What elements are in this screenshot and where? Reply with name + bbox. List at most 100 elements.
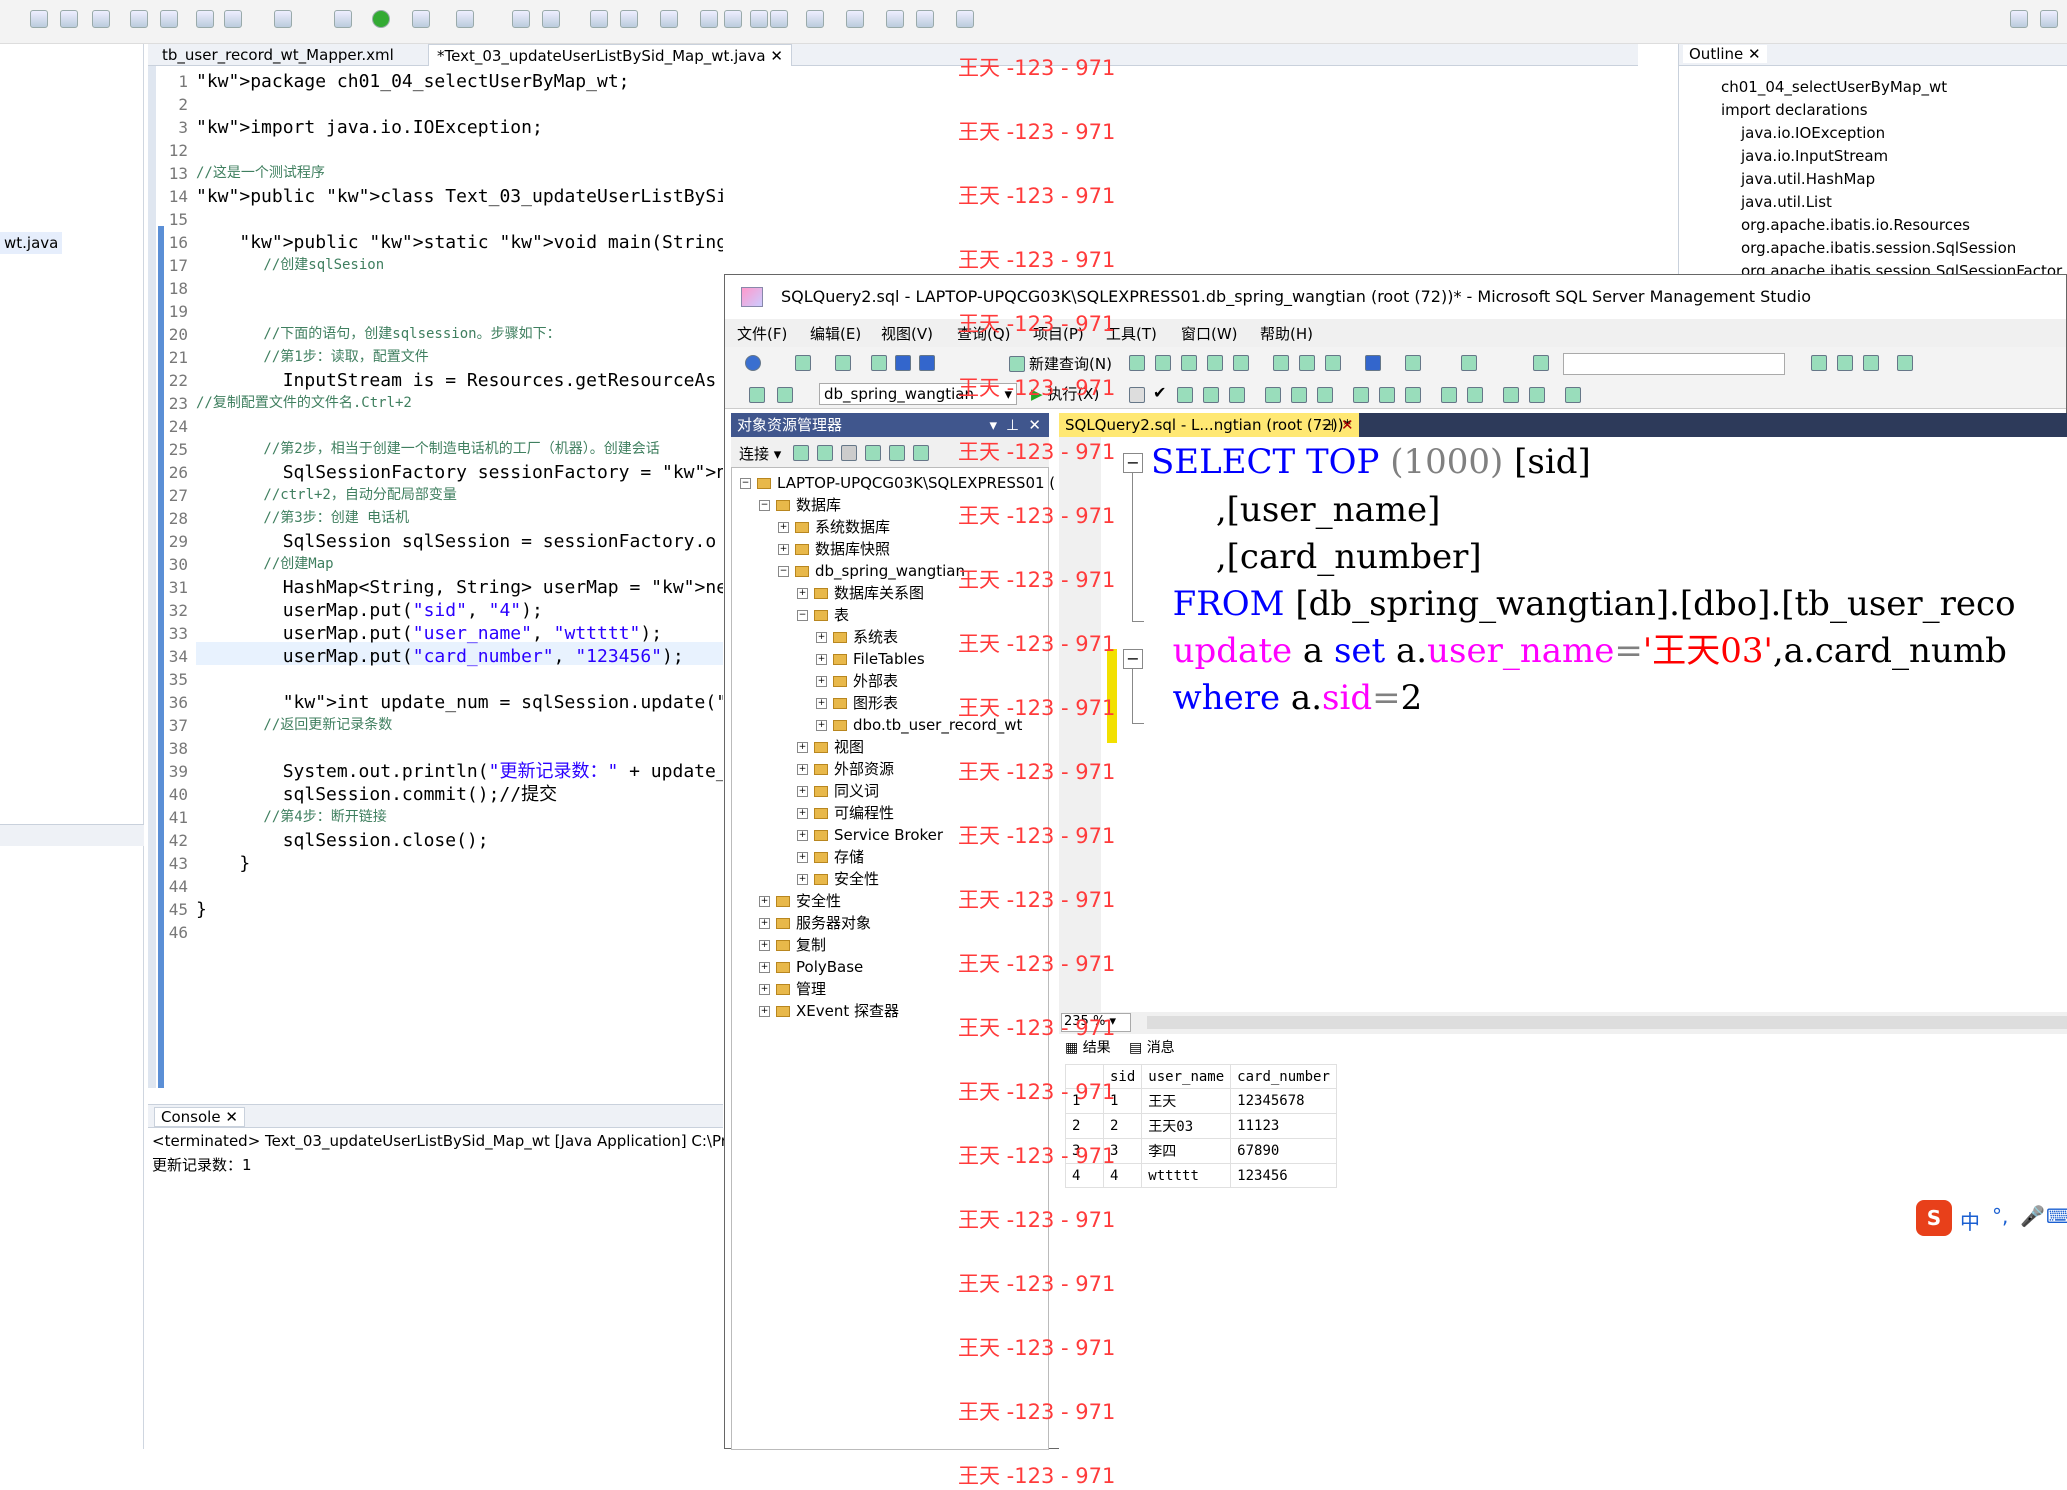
punctuation-icon[interactable]: °, xyxy=(1992,1204,2008,1228)
table-cell[interactable]: 11123 xyxy=(1230,1113,1337,1139)
toolbar-icon[interactable] xyxy=(795,355,811,371)
cut-icon[interactable] xyxy=(1273,355,1289,371)
column-header-card-number[interactable]: card_number xyxy=(1230,1064,1337,1089)
toolbar-icon[interactable] xyxy=(770,10,788,28)
connect-button[interactable]: 连接 ▾ xyxy=(739,443,781,464)
open-icon[interactable] xyxy=(871,355,887,371)
comment-icon[interactable] xyxy=(1441,387,1457,403)
toolbar-icon[interactable] xyxy=(620,10,638,28)
expand-icon[interactable]: + xyxy=(816,720,827,731)
tree-node[interactable]: + 安全性 xyxy=(759,890,841,912)
chevron-down-icon[interactable]: ▾ xyxy=(989,413,997,437)
tree-node[interactable]: + 外部资源 xyxy=(797,758,894,780)
tree-node[interactable]: − LAPTOP-UPQCG03K\SQLEXPRESS01 ( xyxy=(740,472,1055,494)
redo-icon[interactable] xyxy=(1405,355,1421,371)
toolbar-icon[interactable] xyxy=(749,387,765,403)
expand-icon[interactable]: + xyxy=(797,588,808,599)
outline-item[interactable]: java.io.IOException xyxy=(1741,122,1885,145)
toolbar-icon[interactable] xyxy=(1233,355,1249,371)
toolbar-icon[interactable] xyxy=(835,355,851,371)
expand-icon[interactable]: + xyxy=(797,830,808,841)
table-cell[interactable]: 67890 xyxy=(1230,1138,1337,1164)
tree-node[interactable]: + 外部表 xyxy=(816,670,898,692)
parse-check-icon[interactable]: ✔ xyxy=(1153,383,1169,402)
tree-node[interactable]: + 系统表 xyxy=(816,626,898,648)
collapse-icon[interactable]: − xyxy=(759,500,770,511)
expand-icon[interactable]: + xyxy=(797,808,808,819)
table-cell[interactable]: wttttt xyxy=(1141,1163,1232,1188)
collapse-icon[interactable]: − xyxy=(740,478,751,489)
expand-icon[interactable]: + xyxy=(816,698,827,709)
toolbar-icon[interactable] xyxy=(512,10,530,28)
toolbox-icon[interactable] xyxy=(1863,355,1879,371)
toolbar-icon[interactable] xyxy=(590,10,608,28)
outline-item[interactable]: java.io.InputStream xyxy=(1741,145,1888,168)
stop-icon[interactable] xyxy=(841,445,857,461)
keyboard-icon[interactable]: ⌨ xyxy=(2046,1204,2067,1228)
close-icon[interactable]: ✕ xyxy=(1028,413,1041,437)
debug-icon[interactable] xyxy=(334,10,352,28)
table-cell[interactable]: 李四 xyxy=(1141,1138,1232,1164)
toolbar-icon[interactable] xyxy=(274,10,292,28)
toolbar-icon[interactable] xyxy=(456,10,474,28)
menu-edit[interactable]: 编辑(E) xyxy=(810,323,861,344)
toolbar-icon[interactable] xyxy=(30,10,48,28)
disconnect-icon[interactable] xyxy=(817,445,833,461)
microphone-icon[interactable]: 🎤 xyxy=(2020,1204,2045,1228)
toolbar-icon[interactable] xyxy=(60,10,78,28)
toolbar-icon[interactable] xyxy=(750,10,768,28)
expand-icon[interactable]: + xyxy=(816,654,827,665)
toolbar-icon[interactable] xyxy=(92,10,110,28)
table-row[interactable]: 2 2 王天03 11123 xyxy=(1065,1113,1337,1139)
outline-item[interactable]: org.apache.ibatis.session.SqlSession xyxy=(1741,237,2016,260)
outdent-icon[interactable] xyxy=(1503,387,1519,403)
expand-icon[interactable]: + xyxy=(759,984,770,995)
toolbar-icon[interactable] xyxy=(1533,355,1549,371)
outline-item[interactable]: import declarations xyxy=(1721,99,1868,122)
toolbar-icon[interactable] xyxy=(224,10,242,28)
expand-icon[interactable]: + xyxy=(797,852,808,863)
tree-node[interactable]: − 数据库 xyxy=(759,494,841,516)
toolbar-icon[interactable] xyxy=(1811,355,1827,371)
expand-icon[interactable]: + xyxy=(778,544,789,555)
close-icon[interactable]: ✕ xyxy=(770,47,783,65)
expand-icon[interactable]: + xyxy=(759,918,770,929)
paste-icon[interactable] xyxy=(1325,355,1341,371)
tree-node[interactable]: + 管理 xyxy=(759,978,826,1000)
expand-icon[interactable]: + xyxy=(759,962,770,973)
copy-icon[interactable] xyxy=(1299,355,1315,371)
indent-icon[interactable] xyxy=(1529,387,1545,403)
toolbar-icon[interactable] xyxy=(130,10,148,28)
tab-mapper-xml[interactable]: tb_user_record_wt_Mapper.xml xyxy=(154,44,402,66)
toolbar-icon[interactable] xyxy=(846,10,864,28)
toolbar-icon[interactable] xyxy=(1129,355,1145,371)
console-output[interactable]: <terminated> Text_03_updateUserListBySid… xyxy=(148,1128,745,1449)
outline-item[interactable]: java.util.List xyxy=(1741,191,1832,214)
table-cell[interactable]: 王天03 xyxy=(1141,1113,1232,1139)
stop-icon[interactable] xyxy=(1129,387,1145,403)
close-icon[interactable]: ✕ xyxy=(1341,413,1354,437)
tree-node[interactable]: + 视图 xyxy=(797,736,864,758)
collapse-icon[interactable]: − xyxy=(1123,649,1143,669)
tree-node[interactable]: + 系统数据库 xyxy=(778,516,890,538)
toolbar-icon[interactable] xyxy=(777,387,793,403)
tab-outline[interactable]: Outline ✕ xyxy=(1683,45,1767,63)
tree-node[interactable]: + 同义词 xyxy=(797,780,879,802)
toolbar-icon[interactable] xyxy=(660,10,678,28)
activity-icon[interactable] xyxy=(913,445,929,461)
menu-view[interactable]: 视图(V) xyxy=(881,323,933,344)
toolbar-icon[interactable] xyxy=(1291,387,1307,403)
code-editor[interactable]: 1 "kw">package ch01_04_selectUserByMap_wt… xyxy=(148,66,723,1088)
collapse-icon[interactable]: − xyxy=(778,566,789,577)
results-to-text-icon[interactable] xyxy=(1353,387,1369,403)
outline-item[interactable]: java.util.HashMap xyxy=(1741,168,1875,191)
outline-item[interactable]: org.apache.ibatis.io.Resources xyxy=(1741,214,1970,237)
tab-console[interactable]: Console ✕ xyxy=(154,1107,245,1127)
toolbar-icon[interactable] xyxy=(542,10,560,28)
table-cell[interactable]: 123456 xyxy=(1230,1163,1337,1188)
results-grid[interactable]: sid user_name card_number 1 1 王天 12345678 2 2… xyxy=(1059,1058,2067,1450)
expand-icon[interactable]: + xyxy=(759,1006,770,1017)
back-icon[interactable] xyxy=(886,10,904,28)
toolbar-icon[interactable] xyxy=(806,10,824,28)
toolbar-icon[interactable] xyxy=(412,10,430,28)
